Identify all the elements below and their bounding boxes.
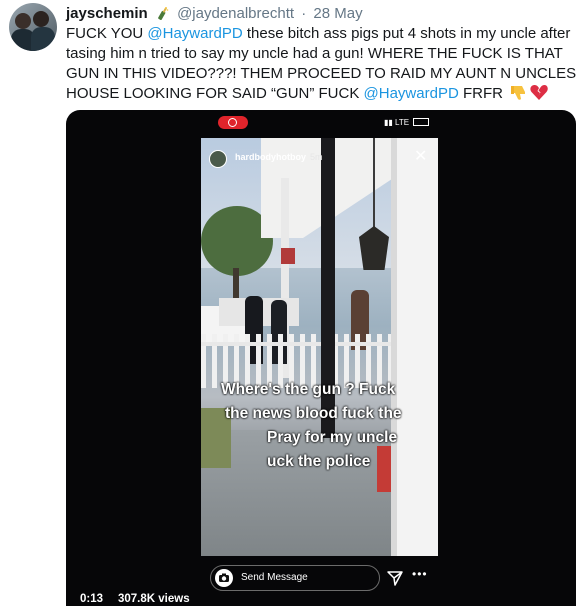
caption-line: Where's the gun ? Fuck	[221, 381, 396, 398]
separator-dot: ·	[301, 5, 307, 22]
tweet-text-part: FUCK YOU	[66, 25, 148, 42]
user-avatar[interactable]	[9, 3, 57, 51]
story-frame: hardbodyhotboy 5m ✕ Where's the gun ? Fuc…	[201, 138, 438, 556]
send-message-placeholder: Send Message	[241, 572, 308, 583]
tweet-text-part: FRFR	[458, 85, 503, 102]
recording-indicator-icon	[218, 116, 248, 129]
caption-line: the news blood fuck the	[225, 405, 402, 422]
signal-icon: ▮▮	[384, 118, 393, 127]
mention-link[interactable]: @HaywardPD	[364, 85, 459, 102]
phone-status-bar: ▮▮ LTE	[384, 118, 430, 127]
story-avatar	[209, 150, 227, 168]
thumbs-down-icon	[511, 86, 526, 100]
battery-icon	[413, 118, 430, 126]
user-handle[interactable]: @jaydenalbrechtt	[177, 5, 294, 22]
mention-link[interactable]: @HaywardPD	[147, 25, 242, 42]
story-time: 5m	[310, 152, 323, 162]
caption-line: uck the police	[267, 453, 371, 470]
close-icon: ✕	[414, 148, 428, 165]
send-message-field: Send Message	[210, 565, 380, 591]
video-timecode: 0:13	[80, 593, 104, 605]
story-caption: Where's the gun ? Fuck the news blood fu…	[221, 378, 438, 474]
tweet-date[interactable]: 28 May	[313, 5, 362, 22]
story-username-text: hardbodyhotboy	[235, 152, 306, 162]
display-name[interactable]: jayschemin	[66, 5, 148, 22]
caption-line: Pray for my uncle	[267, 429, 398, 446]
camera-icon	[215, 569, 233, 587]
tweet-header: jayschemin @jaydenalbrechtt · 28 May	[66, 5, 363, 22]
video-views: 307.8K views	[118, 593, 190, 605]
tweet-video[interactable]: ▮▮ LTE hardbodyhotboy 5m ✕ Where's the gu…	[66, 110, 576, 606]
champagne-bottle-icon	[158, 7, 169, 20]
broken-heart-icon	[530, 84, 548, 100]
carrier-label: LTE	[395, 118, 410, 127]
tweet-text: FUCK YOU @HaywardPD these bitch ass pigs…	[66, 24, 582, 104]
more-icon: •••	[412, 567, 428, 581]
story-username: hardbodyhotboy 5m	[235, 152, 323, 162]
send-icon	[387, 571, 403, 586]
